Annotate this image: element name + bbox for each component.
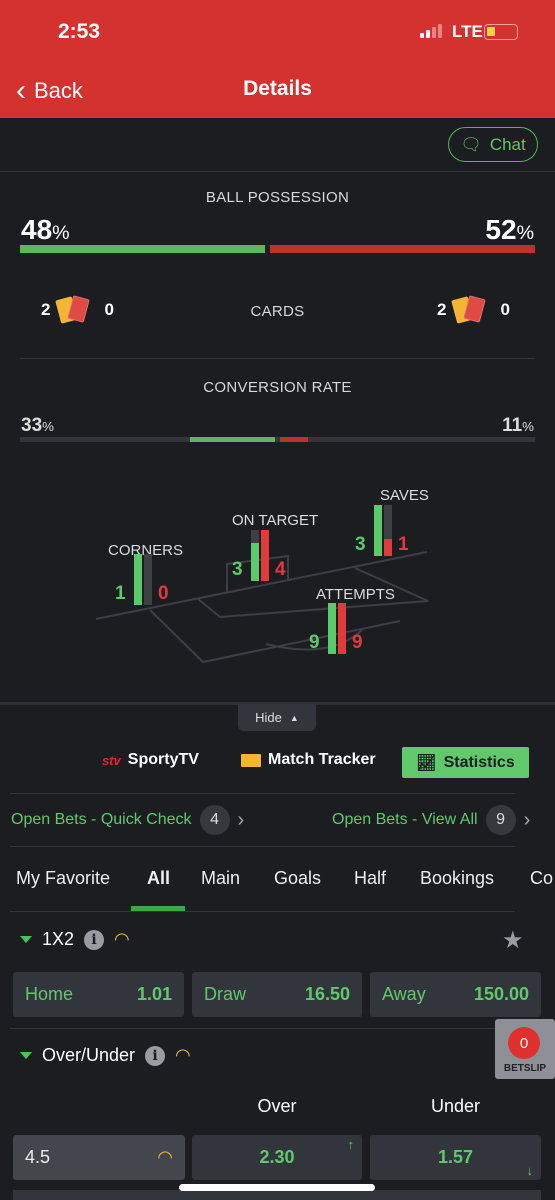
speedometer-icon: ◠ <box>175 1045 191 1065</box>
conversion-label: CONVERSION RATE <box>203 379 352 396</box>
odds-home[interactable]: Home 1.01 <box>13 972 184 1017</box>
tab-main[interactable]: Main <box>201 868 240 889</box>
open-bets-view-all[interactable]: Open Bets - View All 9 › <box>332 805 530 835</box>
arrow-up-icon: ↑ <box>347 1137 355 1152</box>
conversion-away: 11% <box>502 415 534 436</box>
saves-away-value: 1 <box>398 534 409 555</box>
on_target-away-bar <box>261 530 269 581</box>
on_target-home-bar <box>251 542 259 581</box>
tab-half[interactable]: Half <box>354 868 386 889</box>
chat-bubbles-icon: 🗨 <box>460 134 482 154</box>
market-1x2-header[interactable]: 1X2 i ◠ <box>20 929 130 950</box>
signal-icon <box>420 24 446 38</box>
line-chart-icon: 📈︎ <box>416 754 437 772</box>
status-time: 2:53 <box>58 20 101 43</box>
attempts-home-bar <box>328 603 336 654</box>
chat-label: Chat <box>489 134 526 154</box>
saves-label: SAVES <box>380 487 429 504</box>
page-title: Details <box>243 77 312 100</box>
away-yellow-count: 2 <box>437 300 447 319</box>
sportytv-tab[interactable]: stv SportyTV <box>102 751 199 769</box>
saves-away-bar <box>384 539 392 556</box>
hide-button[interactable]: Hide ▲ <box>238 704 316 731</box>
network-label: LTE <box>452 22 483 41</box>
possession-away-bar <box>269 245 535 253</box>
betslip-count: 0 <box>508 1027 540 1059</box>
line-value: 4.5 ◠ <box>13 1135 185 1180</box>
count-badge: 4 <box>199 805 230 835</box>
corners-away-track <box>144 554 152 605</box>
odds-draw[interactable]: Draw 16.50 <box>192 972 362 1017</box>
tab-goals[interactable]: Goals <box>274 868 321 889</box>
chevron-right-icon: › <box>237 808 245 831</box>
arrow-down-icon: ↓ <box>526 1163 534 1178</box>
divider <box>20 358 535 359</box>
info-icon: i <box>145 1045 166 1066</box>
on_target-label: ON TARGET <box>232 512 319 529</box>
open-bets-quick-check[interactable]: Open Bets - Quick Check 4 › <box>11 805 244 835</box>
cards-icon <box>451 295 494 325</box>
betslip-label: BETSLIP <box>503 1063 547 1074</box>
on_target-away-value: 4 <box>275 559 286 580</box>
away-cards: 20 <box>437 295 510 325</box>
away-red-count: 0 <box>500 300 510 319</box>
col-over: Over <box>257 1096 297 1116</box>
divider <box>10 911 515 912</box>
speedometer-icon: ◠ <box>157 1147 173 1167</box>
conversion-away-bar <box>280 437 309 442</box>
divider <box>10 793 515 794</box>
caret-up-icon: ▲ <box>289 712 299 723</box>
attempts-away-bar <box>338 603 346 654</box>
count-badge: 9 <box>485 805 516 835</box>
battery-icon <box>484 24 518 40</box>
attempts-home-value: 9 <box>309 632 320 653</box>
divider <box>10 1028 515 1029</box>
on_target-home-value: 3 <box>232 559 243 580</box>
info-icon: i <box>84 929 105 950</box>
tab-bookings[interactable]: Bookings <box>420 868 494 889</box>
possession-home-bar <box>20 245 265 253</box>
possession-label: BALL POSSESSION <box>205 189 350 206</box>
col-under: Under <box>430 1096 481 1116</box>
odds-away[interactable]: Away 150.00 <box>370 972 541 1017</box>
match-tracker-icon <box>241 753 261 767</box>
betslip-button[interactable]: 0 BETSLIP <box>495 1019 555 1079</box>
saves-home-value: 3 <box>355 534 366 555</box>
sportytv-icon: stv <box>102 752 121 768</box>
home-indicator <box>179 1184 375 1191</box>
saves-home-bar <box>374 505 382 556</box>
possession-away: 52% <box>485 214 534 245</box>
corners-home-value: 1 <box>115 583 126 604</box>
divider <box>10 846 515 847</box>
chevron-right-icon: › <box>523 808 531 831</box>
tab-all[interactable]: All <box>147 868 170 889</box>
conversion-home: 33% <box>21 415 54 436</box>
caret-down-icon <box>20 1052 32 1059</box>
attempts-label: ATTEMPTS <box>316 586 395 603</box>
possession-home: 48% <box>21 214 70 245</box>
divider <box>0 171 555 172</box>
star-icon[interactable]: ★ <box>502 926 524 955</box>
caret-down-icon <box>20 936 32 943</box>
corners-home-bar <box>134 554 142 605</box>
match-tracker-tab[interactable]: Match Tracker <box>241 751 376 769</box>
tab-my-favorite[interactable]: My Favorite <box>16 868 110 889</box>
attempts-away-value: 9 <box>352 632 363 653</box>
odds-over[interactable]: 2.30 ↑ <box>192 1135 362 1180</box>
corners-away-value: 0 <box>158 583 169 604</box>
statistics-tab[interactable]: 📈︎ Statistics <box>402 747 529 778</box>
odds-under[interactable]: 1.57 ↓ <box>370 1135 541 1180</box>
conversion-home-bar <box>190 437 275 442</box>
chat-button[interactable]: 🗨 Chat <box>448 127 538 162</box>
tab-corners[interactable]: Co <box>530 868 553 889</box>
next-row <box>13 1190 541 1200</box>
over-under-header[interactable]: Over/Under i ◠ <box>20 1045 191 1066</box>
speedometer-icon: ◠ <box>114 929 130 949</box>
conversion-track <box>20 437 535 442</box>
